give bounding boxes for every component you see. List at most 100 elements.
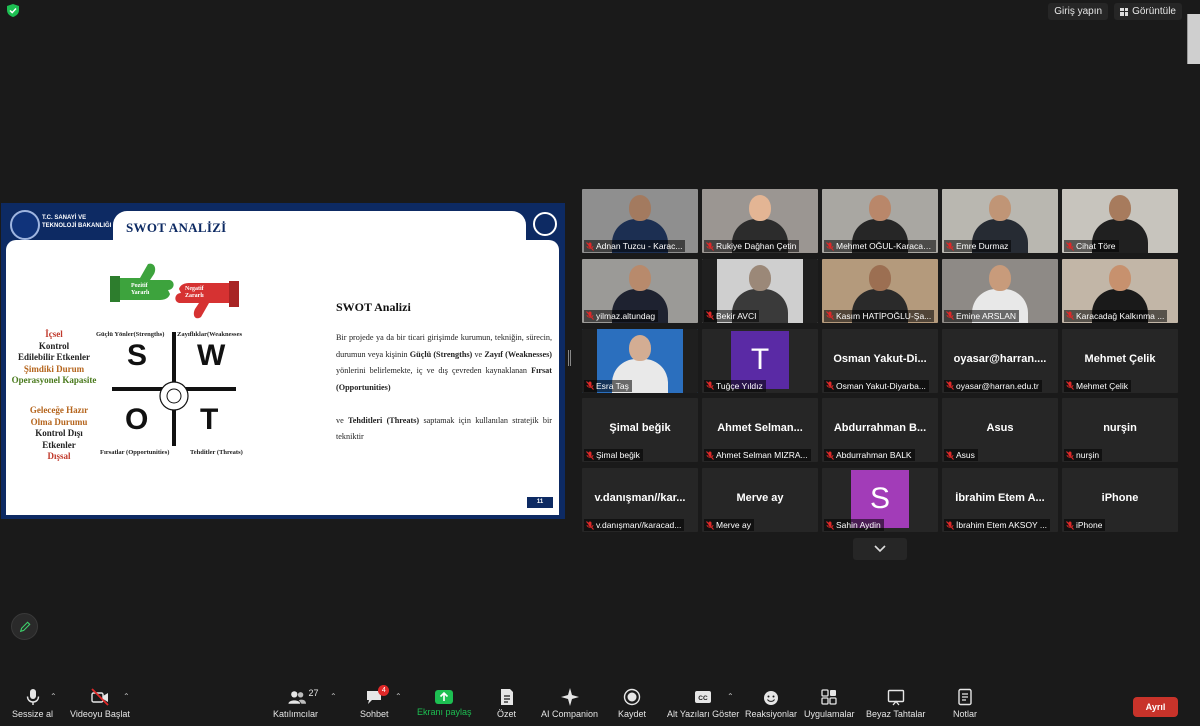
muted-mic-icon bbox=[706, 381, 714, 390]
thumb-negative-label: Negatif Zararlı bbox=[185, 286, 204, 300]
participant-face bbox=[869, 195, 891, 221]
participant-tile[interactable]: Cihat Töre bbox=[1062, 189, 1178, 253]
participant-name: Osman Yakut-Diyarba... bbox=[836, 380, 926, 391]
participant-display-name: oyasar@harran.... bbox=[953, 352, 1047, 365]
swot-heading: SWOT Analizi bbox=[336, 300, 411, 314]
chat-button[interactable]: 4 Sohbet bbox=[360, 685, 390, 719]
muted-mic-icon bbox=[586, 241, 594, 251]
participant-name: Şimal beğik bbox=[596, 450, 640, 461]
participant-tile[interactable]: Karacadağ Kalkınma ... bbox=[1062, 258, 1178, 323]
share-screen-button[interactable]: Ekranı paylaş bbox=[417, 688, 472, 717]
companion-label: AI Companion bbox=[541, 709, 599, 719]
participant-tile[interactable]: Merve ay Merve ay bbox=[702, 468, 818, 533]
thumb-positive-line-2: Yararlı bbox=[131, 290, 150, 296]
participants-button[interactable]: 27 Katılımcılar bbox=[273, 688, 319, 719]
whiteboard-button[interactable]: Beyaz Tahtalar bbox=[866, 688, 925, 719]
muted-mic-icon bbox=[1066, 520, 1074, 530]
participant-display-name: Osman Yakut-Di... bbox=[833, 352, 927, 365]
participant-nameplate: oyasar@harran.edu.tr bbox=[944, 379, 1042, 392]
strengths-label: Güçlü Yönler(Strengths) bbox=[96, 331, 165, 338]
participant-nameplate: Karacadağ Kalkınma ... bbox=[1064, 309, 1168, 322]
participant-tile[interactable]: Emre Durmaz bbox=[942, 189, 1058, 253]
captions-options-chevron-icon[interactable]: ⌃ bbox=[727, 692, 734, 701]
muted-mic-icon bbox=[1066, 381, 1074, 390]
participant-name: yilmaz.altundag bbox=[596, 310, 656, 321]
participant-tile[interactable]: Rukiye Dağhan Çetin bbox=[702, 189, 818, 253]
participant-tile[interactable]: S Sahin Aydin bbox=[822, 468, 938, 533]
apps-grid-icon bbox=[821, 689, 837, 705]
muted-mic-icon bbox=[826, 241, 834, 251]
participant-nameplate: v.danışman//karacad... bbox=[584, 519, 685, 532]
participant-display-name: nurşin bbox=[1103, 422, 1137, 435]
internal-factors-text: İçsel Kontrol Edilebilir Etkenler Şimdik… bbox=[6, 329, 102, 387]
participant-tile[interactable]: Asus Asus bbox=[942, 398, 1058, 463]
more-participants-button[interactable] bbox=[853, 538, 907, 560]
body-threats: Tehditleri (Threats) bbox=[348, 415, 420, 425]
participant-nameplate: Tuğçe Yıldız bbox=[704, 379, 766, 392]
chat-icon-wrap: 4 bbox=[365, 685, 390, 706]
participant-tile[interactable]: Kasım HATİPOĞLU-Şa... bbox=[822, 258, 938, 323]
participant-tile[interactable]: Adnan Tuzcu - Karac... bbox=[582, 189, 698, 253]
video-options-chevron-icon[interactable]: ⌃ bbox=[123, 692, 130, 701]
notes-button[interactable]: Notlar bbox=[953, 688, 977, 719]
mute-label: Sessize al bbox=[12, 709, 54, 719]
muted-mic-icon bbox=[706, 451, 714, 460]
participant-tile[interactable]: Esra Taş bbox=[582, 328, 698, 393]
participant-name: Mehmet Çelik bbox=[1076, 380, 1128, 391]
side-scrollbar[interactable] bbox=[1187, 14, 1200, 64]
notes-icon bbox=[958, 688, 972, 706]
share-label: Ekranı paylaş bbox=[417, 707, 472, 717]
participant-nameplate: Mehmet OĞUL-Karacad... bbox=[824, 240, 936, 252]
participant-tile[interactable]: Mehmet OĞUL-Karacad... bbox=[822, 189, 938, 253]
participant-tile[interactable]: yilmaz.altundag bbox=[582, 258, 698, 323]
participant-tile[interactable]: İbrahim Etem A... İbrahim Etem AKSOY ... bbox=[942, 468, 1058, 533]
layout-splitter-handle[interactable] bbox=[568, 350, 571, 366]
signin-label: Giriş yapın bbox=[1054, 6, 1103, 17]
reactions-button[interactable]: Reaksiyonlar bbox=[745, 688, 797, 719]
participant-tile[interactable]: nurşin nurşin bbox=[1062, 398, 1178, 463]
thumb-negative-line-1: Negatif bbox=[185, 286, 204, 292]
video-off-icon bbox=[91, 688, 109, 706]
swot-letter-t: T bbox=[200, 403, 219, 436]
mute-button[interactable]: Sessize al bbox=[12, 688, 53, 719]
signin-button[interactable]: Giriş yapın bbox=[1048, 3, 1109, 20]
body-weaknesses: Zayıf (Weaknesses) bbox=[484, 349, 552, 359]
participant-tile[interactable]: T Tuğçe Yıldız bbox=[702, 328, 818, 393]
participant-tile[interactable]: v.danışman//kar... v.danışman//karacad... bbox=[582, 468, 698, 533]
participant-tile[interactable]: Osman Yakut-Di... Osman Yakut-Diyarba... bbox=[822, 328, 938, 393]
participants-icon-wrap: 27 bbox=[276, 688, 319, 706]
whiteboard-icon bbox=[887, 689, 904, 706]
apps-button[interactable]: Uygulamalar bbox=[804, 688, 855, 719]
muted-mic-icon bbox=[586, 311, 594, 321]
security-shield-icon[interactable] bbox=[7, 4, 19, 17]
ai-companion-button[interactable]: AI Companion bbox=[541, 688, 598, 719]
ministry-name: T.C. SANAYİ VE TEKNOLOJİ BAKANLIĞI bbox=[42, 214, 111, 230]
participant-name: Kasım HATİPOĞLU-Şa... bbox=[836, 310, 932, 321]
participant-tile[interactable]: iPhone iPhone bbox=[1062, 468, 1178, 533]
start-video-button[interactable]: Videoyu Başlat bbox=[70, 688, 130, 719]
body-part-2: yönlerini belirlemekte, iç ve dış çevred… bbox=[336, 366, 528, 375]
participant-display-name: Merve ay bbox=[736, 492, 784, 505]
participant-tile[interactable]: Ahmet Selman... Ahmet Selman MIZRA... bbox=[702, 398, 818, 463]
external-line-4: Etkenler bbox=[42, 439, 76, 450]
participant-nameplate: Cihat Töre bbox=[1064, 240, 1119, 252]
participants-label: Katılımcılar bbox=[273, 709, 319, 719]
participant-tile[interactable]: Şimal beğik Şimal beğik bbox=[582, 398, 698, 463]
participant-tile[interactable]: Emine ARSLAN bbox=[942, 258, 1058, 323]
participant-tile[interactable]: Mehmet Çelik Mehmet Çelik bbox=[1062, 328, 1178, 393]
participant-tile[interactable]: Bekir AVCI bbox=[702, 258, 818, 323]
participant-name: Emre Durmaz bbox=[956, 241, 1009, 251]
chat-options-chevron-icon[interactable]: ⌃ bbox=[395, 692, 402, 701]
muted-mic-icon bbox=[586, 520, 594, 530]
view-button[interactable]: Görüntüle bbox=[1114, 3, 1182, 20]
participants-options-chevron-icon[interactable]: ⌃ bbox=[330, 692, 337, 701]
leave-button[interactable]: Ayrıl bbox=[1133, 697, 1178, 717]
view-label: Görüntüle bbox=[1132, 6, 1176, 17]
participant-tile[interactable]: oyasar@harran.... oyasar@harran.edu.tr bbox=[942, 328, 1058, 393]
annotate-button[interactable] bbox=[11, 613, 38, 640]
reactions-label: Reaksiyonlar bbox=[745, 709, 798, 719]
participant-tile[interactable]: Abdurrahman B... Abdurrahman BALK bbox=[822, 398, 938, 463]
summary-button[interactable]: Özet bbox=[497, 688, 516, 719]
audio-options-chevron-icon[interactable]: ⌃ bbox=[50, 692, 57, 701]
record-button[interactable]: Kaydet bbox=[618, 688, 646, 719]
